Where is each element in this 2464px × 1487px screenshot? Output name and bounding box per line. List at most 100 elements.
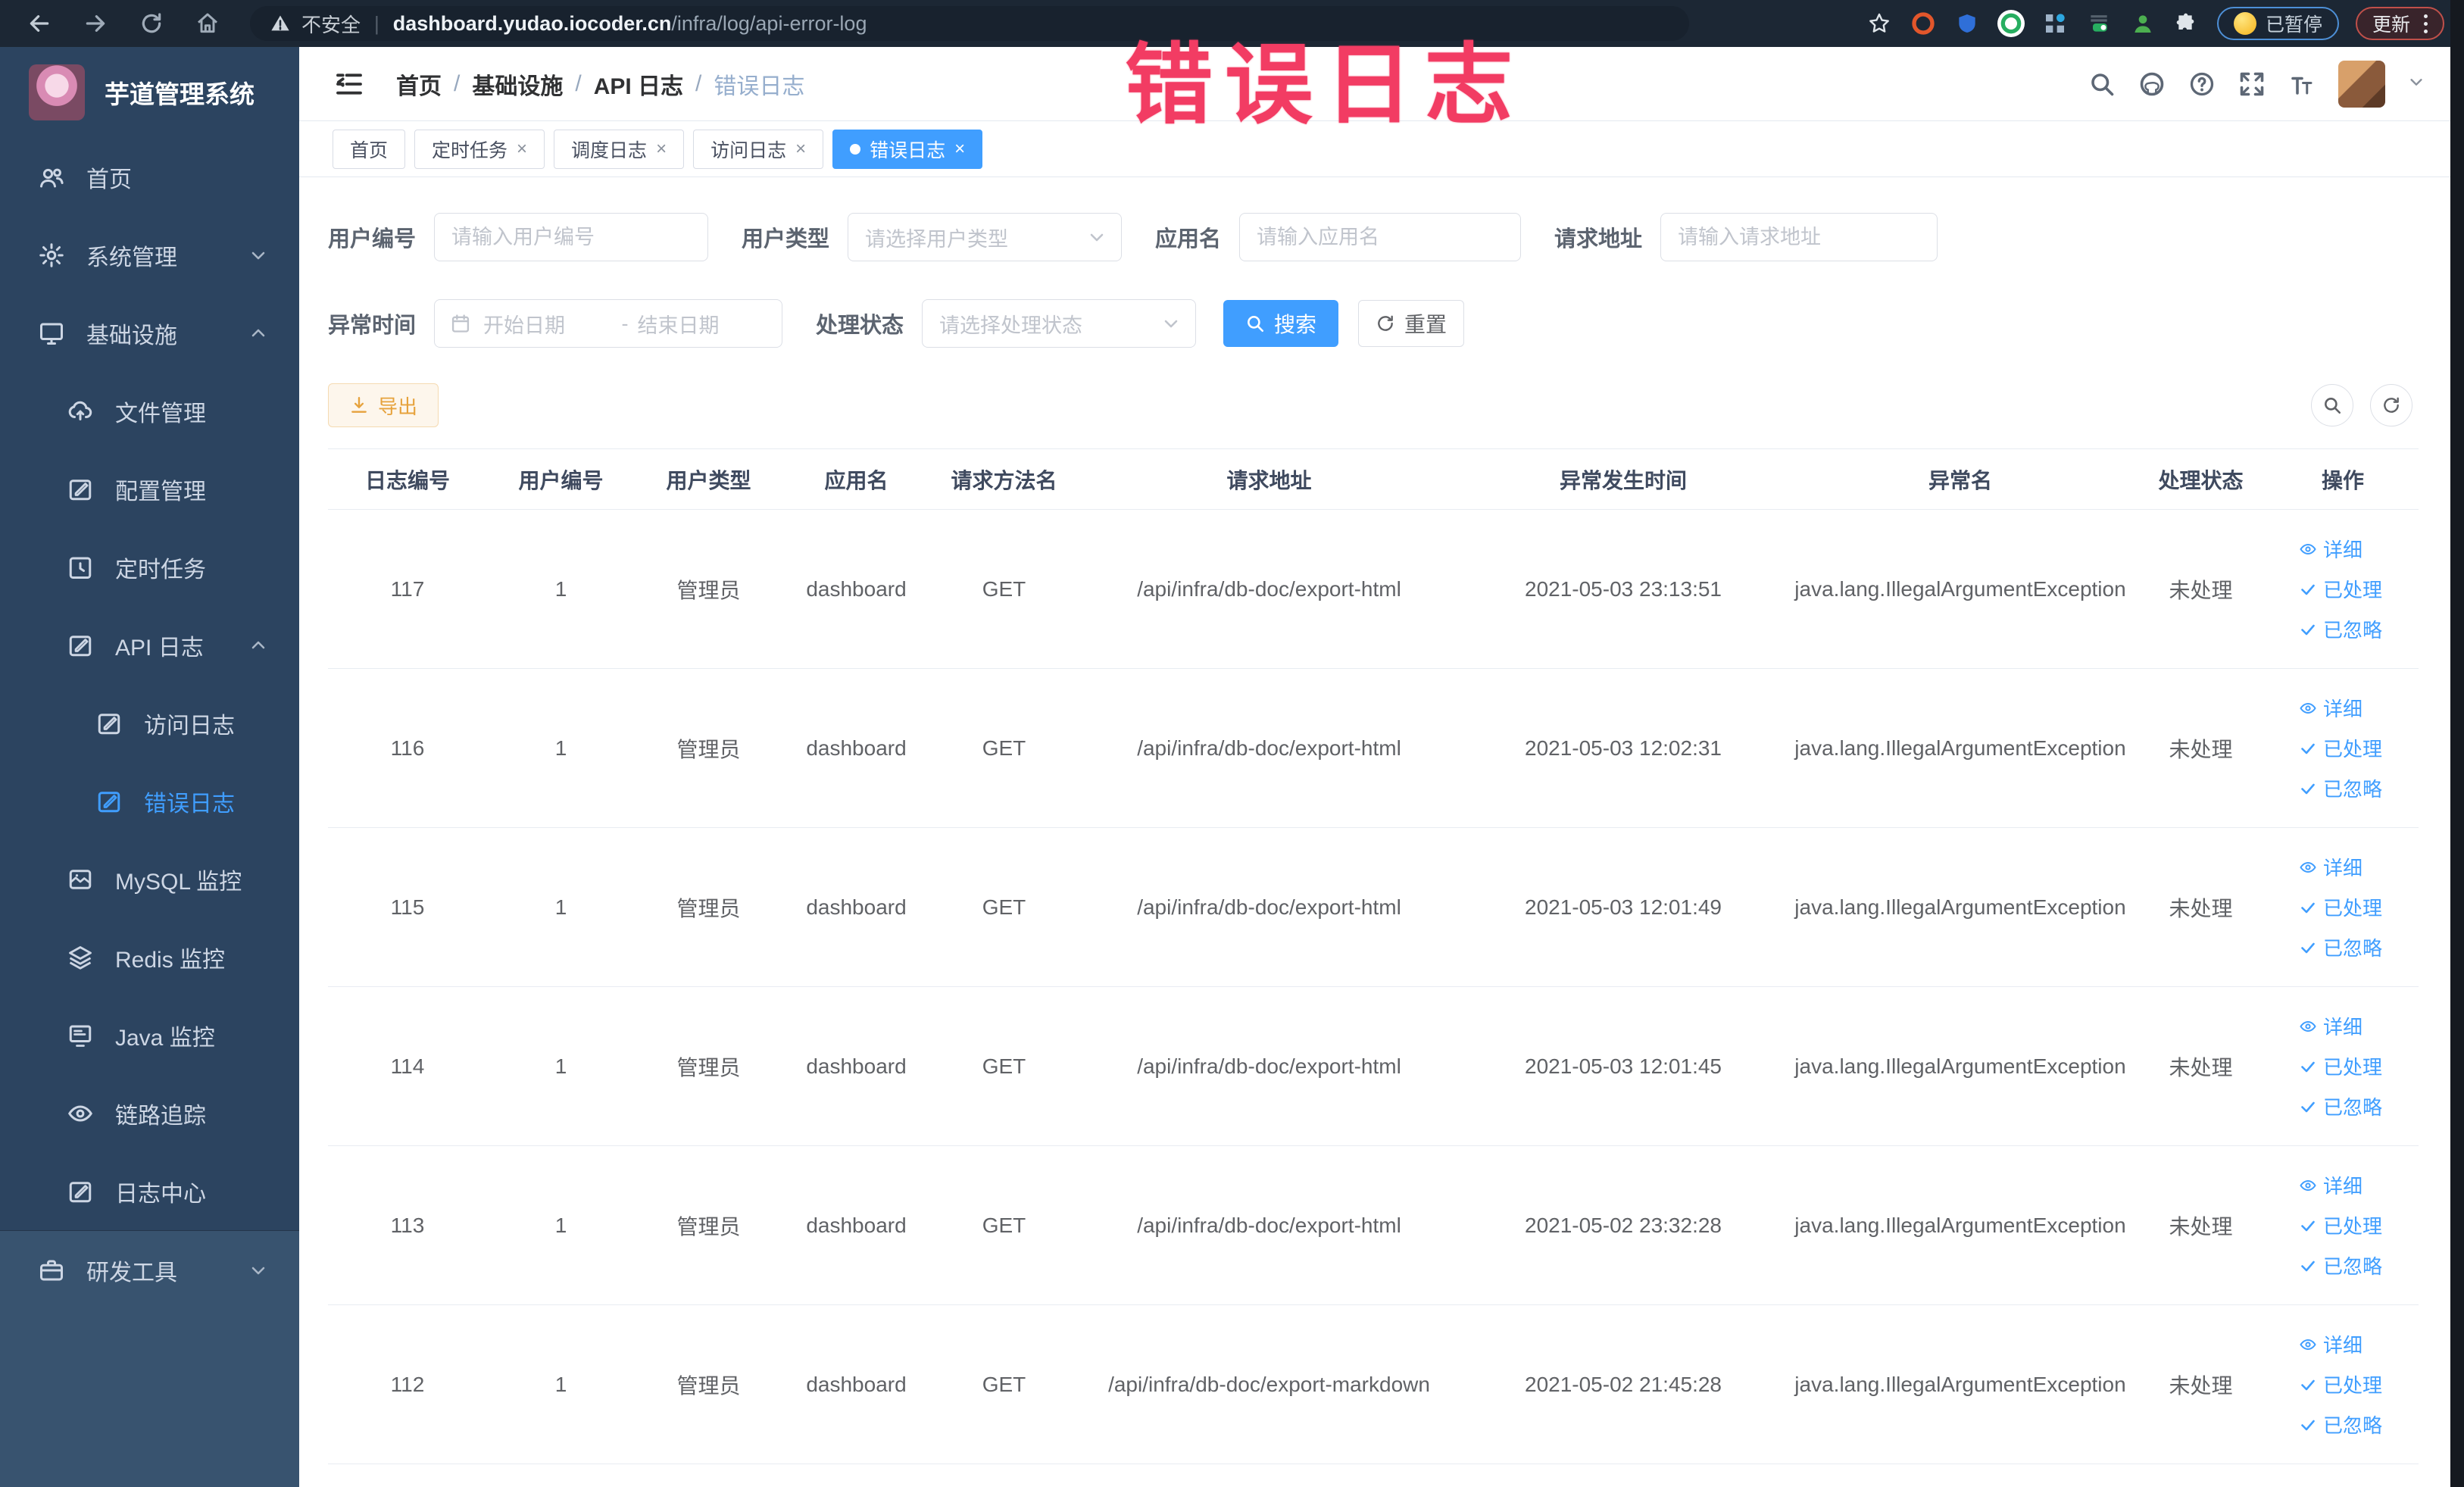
browser-home-button[interactable] (191, 7, 224, 40)
breadcrumb-api-log[interactable]: API 日志 (594, 67, 683, 101)
sidebar-item-scheduled-tasks[interactable]: 定时任务 (0, 528, 299, 606)
extension-user-icon[interactable] (2129, 10, 2156, 37)
close-tab-icon[interactable]: × (795, 139, 806, 158)
app-name-input[interactable] (1239, 213, 1522, 261)
breadcrumb-home[interactable]: 首页 (396, 67, 442, 101)
tab-home[interactable]: 首页 (333, 129, 406, 169)
table-row[interactable]: 114 1 管理员 dashboard GET /api/infra/db-do… (328, 987, 2419, 1146)
browser-forward-button[interactable] (79, 7, 112, 40)
font-size-icon[interactable] (2288, 70, 2316, 98)
toggle-search-button[interactable] (2311, 384, 2353, 426)
ignored-link-label: 已忽略 (2323, 1414, 2383, 1437)
check-icon (2299, 898, 2317, 917)
sidebar-fold-icon[interactable] (334, 69, 364, 99)
close-tab-icon[interactable]: × (517, 139, 527, 158)
extension-switch-on-icon[interactable] (2085, 10, 2113, 37)
detail-link[interactable]: 详细 (2299, 535, 2363, 563)
detail-link[interactable]: 详细 (2299, 1330, 2363, 1358)
table-row[interactable]: 116 1 管理员 dashboard GET /api/infra/db-do… (328, 669, 2419, 828)
detail-link[interactable]: 详细 (2299, 853, 2363, 881)
page-url[interactable]: dashboard.yudao.iocoder.cn/infra/log/api… (393, 12, 867, 36)
export-button[interactable]: 导出 (328, 383, 439, 427)
table-row[interactable]: 115 1 管理员 dashboard GET /api/infra/db-do… (328, 828, 2419, 987)
tab-scheduled-tasks[interactable]: 定时任务 × (414, 129, 545, 169)
mark-ignored-link[interactable]: 已忽略 (2299, 774, 2382, 802)
mark-ignored-link[interactable]: 已忽略 (2299, 1410, 2382, 1439)
window-edge-scrollbar[interactable] (2450, 0, 2464, 1487)
cell-user-type: 管理员 (676, 578, 741, 602)
sidebar-item-infrastructure[interactable]: 基础设施 (0, 294, 299, 372)
ignored-link-label: 已忽略 (2323, 1255, 2383, 1278)
tab-schedule-log[interactable]: 调度日志 × (554, 129, 685, 169)
mark-processed-link[interactable]: 已处理 (2299, 1052, 2382, 1080)
cell-user-id: 1 (554, 576, 567, 601)
sidebar-item-dev-tools[interactable]: 研发工具 (0, 1231, 299, 1309)
mark-ignored-link[interactable]: 已忽略 (2299, 933, 2382, 961)
mark-ignored-link[interactable]: 已忽略 (2299, 1251, 2382, 1279)
help-icon[interactable] (2188, 70, 2216, 98)
cell-app-name: dashboard (806, 1213, 907, 1237)
process-status-select[interactable]: 请选择处理状态 (922, 299, 1197, 348)
mark-processed-link[interactable]: 已处理 (2299, 1370, 2382, 1398)
bookmark-star-icon[interactable] (1866, 10, 1893, 37)
select-placeholder: 请选择用户类型 (865, 227, 1009, 251)
breadcrumb-infrastructure[interactable]: 基础设施 (472, 67, 563, 101)
close-tab-icon[interactable]: × (656, 139, 667, 158)
sidebar-item-home[interactable]: 首页 (0, 138, 299, 216)
sidebar-item-system-management[interactable]: 系统管理 (0, 216, 299, 294)
user-type-select[interactable]: 请选择用户类型 (848, 213, 1123, 261)
table-row[interactable]: 112 1 管理员 dashboard GET /api/infra/db-do… (328, 1305, 2419, 1464)
extension-adblock-icon[interactable] (1910, 10, 1937, 37)
extension-grid-icon[interactable] (2041, 10, 2069, 37)
fullscreen-icon[interactable] (2238, 70, 2266, 98)
browser-reload-button[interactable] (135, 7, 168, 40)
sidebar-item-config-management[interactable]: 配置管理 (0, 450, 299, 528)
user-id-input[interactable] (434, 213, 709, 261)
sidebar-item-trace[interactable]: 链路追踪 (0, 1074, 299, 1152)
request-url-input[interactable] (1660, 213, 1938, 261)
tab-access-log[interactable]: 访问日志 × (693, 129, 824, 169)
refresh-table-button[interactable] (2370, 384, 2412, 426)
search-button[interactable]: 搜索 (1223, 300, 1339, 347)
user-avatar[interactable] (2338, 60, 2385, 108)
sidebar-item-redis-monitor[interactable]: Redis 监控 (0, 918, 299, 996)
app-logo-row[interactable]: 芋道管理系统 (0, 47, 299, 138)
avatar-caret-icon[interactable] (2408, 73, 2425, 94)
mark-processed-link[interactable]: 已处理 (2299, 734, 2382, 762)
extension-shield-icon[interactable] (1953, 10, 1981, 37)
mark-processed-link[interactable]: 已处理 (2299, 1211, 2382, 1239)
mark-ignored-link[interactable]: 已忽略 (2299, 1092, 2382, 1120)
sidebar-item-access-log[interactable]: 访问日志 (0, 684, 299, 762)
detail-link[interactable]: 详细 (2299, 1012, 2363, 1040)
mark-processed-link[interactable]: 已处理 (2299, 575, 2382, 603)
search-icon (2322, 395, 2342, 415)
column-header: 用户编号 (518, 468, 604, 492)
sidebar-item-api-log[interactable]: API 日志 (0, 606, 299, 684)
sidebar-item-mysql-monitor[interactable]: MySQL 监控 (0, 840, 299, 918)
detail-link[interactable]: 详细 (2299, 1171, 2363, 1199)
cell-exception-name: java.lang.IllegalArgumentException (1794, 1054, 2126, 1078)
mark-ignored-link[interactable]: 已忽略 (2299, 615, 2382, 643)
sidebar-item-file-management[interactable]: 文件管理 (0, 372, 299, 450)
search-icon[interactable] (2088, 70, 2116, 98)
browser-back-button[interactable] (23, 7, 56, 40)
table-row[interactable]: 113 1 管理员 dashboard GET /api/infra/db-do… (328, 1146, 2419, 1305)
tab-error-log[interactable]: 错误日志 × (832, 129, 983, 169)
column-header: 请求方法名 (951, 468, 1057, 492)
extensions-puzzle-icon[interactable] (2173, 10, 2200, 37)
sidebar-item-java-monitor[interactable]: Java 监控 (0, 996, 299, 1074)
table-row[interactable]: 117 1 管理员 dashboard GET /api/infra/db-do… (328, 510, 2419, 669)
security-label[interactable]: 不安全 (301, 10, 361, 38)
mark-processed-link[interactable]: 已处理 (2299, 893, 2382, 921)
paused-badge[interactable]: 已暂停 (2216, 7, 2339, 40)
update-badge[interactable]: 更新 (2355, 7, 2444, 40)
extension-green-icon[interactable] (1997, 10, 2025, 37)
browser-menu-icon[interactable] (2424, 14, 2428, 33)
github-icon[interactable] (2138, 70, 2166, 98)
reset-button[interactable]: 重置 (1358, 300, 1465, 347)
exception-time-range-picker[interactable]: 开始日期 - 结束日期 (434, 299, 783, 348)
sidebar-item-log-center[interactable]: 日志中心 (0, 1152, 299, 1230)
close-tab-icon[interactable]: × (954, 139, 965, 158)
sidebar-item-error-log[interactable]: 错误日志 (0, 762, 299, 840)
detail-link[interactable]: 详细 (2299, 694, 2363, 722)
